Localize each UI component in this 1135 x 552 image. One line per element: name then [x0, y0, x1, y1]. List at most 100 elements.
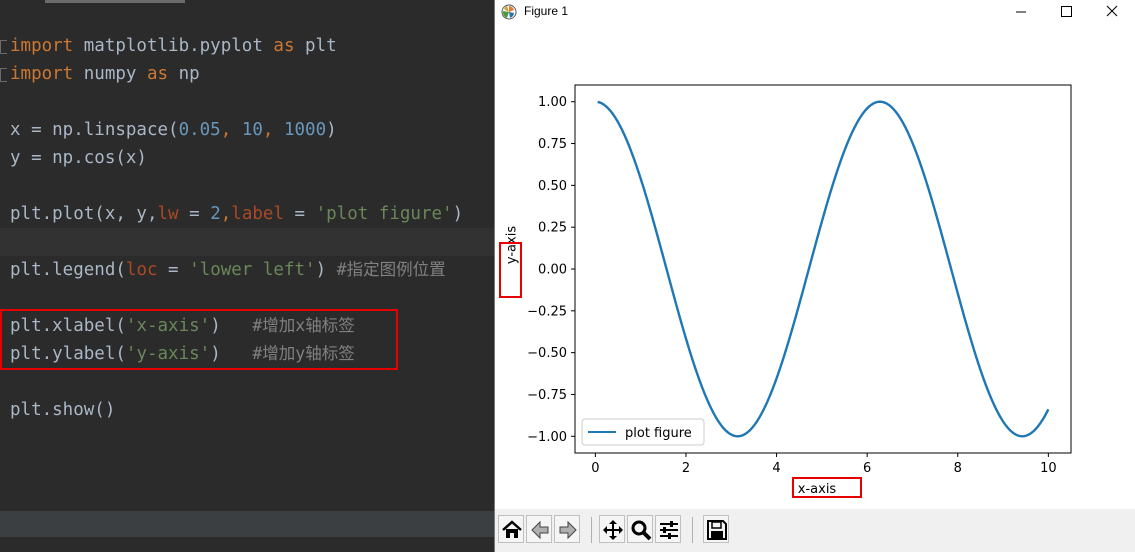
- figure-window[interactable]: Figure 1 0 2 4 6 8 10 1.00 0.75 0.50 0.25 0.00 −0.…: [494, 0, 1135, 552]
- code-text: ): [326, 120, 337, 140]
- close-button[interactable]: [1089, 0, 1135, 24]
- string-literal: 'plot figure': [315, 204, 453, 224]
- legend: plot figure: [581, 418, 705, 446]
- navigation-toolbar: [495, 509, 1135, 552]
- x-tick-label: 0: [591, 461, 599, 476]
- comma: ,: [262, 120, 284, 140]
- x-axis-label: x-axis: [798, 482, 837, 497]
- code-text: =: [157, 260, 190, 280]
- number-literal: 0.05: [178, 120, 221, 140]
- forward-icon: [559, 520, 577, 540]
- code-editor[interactable]: import matplotlib.pyplot as plt import n…: [0, 0, 494, 552]
- plot-area: [597, 100, 1050, 438]
- editor-tab-indicator: [45, 0, 185, 3]
- code-line-blank[interactable]: [10, 368, 463, 396]
- minimize-button[interactable]: [998, 0, 1044, 24]
- y-tick-label: 0.50: [538, 179, 567, 194]
- number-literal: 10: [241, 120, 263, 140]
- legend-label: plot figure: [625, 426, 692, 441]
- module-name: numpy: [73, 64, 147, 84]
- maximize-button[interactable]: [1043, 0, 1089, 24]
- keyword-argument: label: [231, 204, 284, 224]
- plot-canvas[interactable]: 0 2 4 6 8 10 1.00 0.75 0.50 0.25 0.00 −0.25 −0.50 −0…: [495, 24, 1135, 509]
- y-tick-label: 0.00: [538, 263, 567, 278]
- y-tick-label: 0.25: [538, 221, 567, 236]
- code-line[interactable]: plt.plot(x, y,lw = 2,label = 'plot figur…: [10, 200, 463, 228]
- forward-button[interactable]: [554, 515, 580, 543]
- series-line-plot-figure: [597, 100, 1050, 438]
- fold-marker-icon[interactable]: [0, 68, 7, 82]
- code-text: y = np.cos(x): [10, 148, 147, 168]
- x-tick-label: 8: [954, 461, 962, 476]
- code-line[interactable]: x = np.linspace(0.05, 10, 1000): [10, 116, 463, 144]
- code-text: plt.show(): [10, 400, 116, 420]
- keyword-argument: lw: [157, 204, 179, 224]
- alias: np: [168, 64, 200, 84]
- keyword-argument: loc: [125, 260, 158, 280]
- code-line[interactable]: import numpy as np: [10, 60, 463, 88]
- code-text: x = np.linspace(: [10, 120, 179, 140]
- code-line[interactable]: import matplotlib.pyplot as plt: [10, 32, 463, 60]
- number-literal: 2: [210, 204, 221, 224]
- editor-bottom-bar: [0, 511, 494, 537]
- y-tick-label: −0.25: [527, 304, 567, 319]
- toolbar-separator: [591, 517, 592, 543]
- number-literal: 1000: [283, 120, 327, 140]
- toolbar-separator: [692, 517, 693, 543]
- keyword: import: [10, 36, 74, 56]
- code-line-blank[interactable]: [10, 172, 463, 200]
- pan-button[interactable]: [599, 515, 625, 543]
- x-tick-label: 2: [682, 461, 690, 476]
- code-line[interactable]: plt.legend(loc = 'lower left') #指定图例位置: [10, 256, 463, 284]
- zoom-button[interactable]: [627, 515, 653, 543]
- minimize-icon: [1016, 11, 1026, 13]
- annotation-highlight-box: [0, 309, 398, 370]
- save-button[interactable]: [703, 515, 729, 543]
- pan-icon: [603, 520, 623, 540]
- y-ticks: 1.00 0.75 0.50 0.25 0.00 −0.25 −0.50 −0.75 −1.00: [527, 95, 575, 445]
- x-tick-label: 10: [1040, 461, 1057, 476]
- window-titlebar[interactable]: Figure 1: [495, 0, 1135, 24]
- close-icon: [1106, 5, 1118, 17]
- code-text: =: [178, 204, 211, 224]
- code-line-blank-current[interactable]: [10, 228, 463, 256]
- module-name: matplotlib.pyplot: [73, 36, 274, 56]
- alias: plt: [294, 36, 337, 56]
- y-tick-label: 0.75: [538, 137, 567, 152]
- configure-subplots-icon: [660, 521, 678, 539]
- code-text: plt.legend(: [10, 260, 126, 280]
- matplotlib-icon: [501, 4, 517, 20]
- code-text: ): [315, 260, 337, 280]
- maximize-icon: [1061, 6, 1072, 17]
- comma: ,: [220, 204, 232, 224]
- x-tick-label: 6: [863, 461, 871, 476]
- y-tick-label: −1.00: [527, 430, 567, 445]
- axes-frame: [574, 84, 1072, 454]
- save-icon: [707, 520, 727, 540]
- keyword: as: [146, 64, 169, 84]
- x-ticks: 0 2 4 6 8 10: [591, 453, 1057, 476]
- fold-marker-icon[interactable]: [0, 40, 7, 54]
- home-icon: [502, 520, 522, 538]
- keyword: as: [273, 36, 295, 56]
- string-literal: 'lower left': [189, 260, 316, 280]
- code-line-blank[interactable]: [10, 284, 463, 312]
- back-icon: [531, 520, 549, 540]
- x-tick-label: 4: [772, 461, 780, 476]
- home-button[interactable]: [498, 515, 524, 543]
- comment: #指定图例位置: [336, 260, 446, 279]
- configure-subplots-button[interactable]: [655, 515, 681, 543]
- keyword: import: [10, 64, 74, 84]
- window-title: Figure 1: [524, 4, 569, 18]
- y-tick-label: −0.50: [527, 346, 567, 361]
- code-line[interactable]: y = np.cos(x): [10, 144, 463, 172]
- code-line[interactable]: plt.show(): [10, 396, 463, 424]
- back-button[interactable]: [526, 515, 552, 543]
- code-text: ): [452, 204, 464, 224]
- y-tick-label: −0.75: [527, 388, 567, 403]
- code-text: =: [283, 204, 316, 224]
- comma: ,: [220, 120, 242, 140]
- y-axis-label: y-axis: [505, 226, 520, 264]
- code-text: plt.plot(x, y,: [10, 204, 158, 224]
- code-line-blank[interactable]: [10, 88, 463, 116]
